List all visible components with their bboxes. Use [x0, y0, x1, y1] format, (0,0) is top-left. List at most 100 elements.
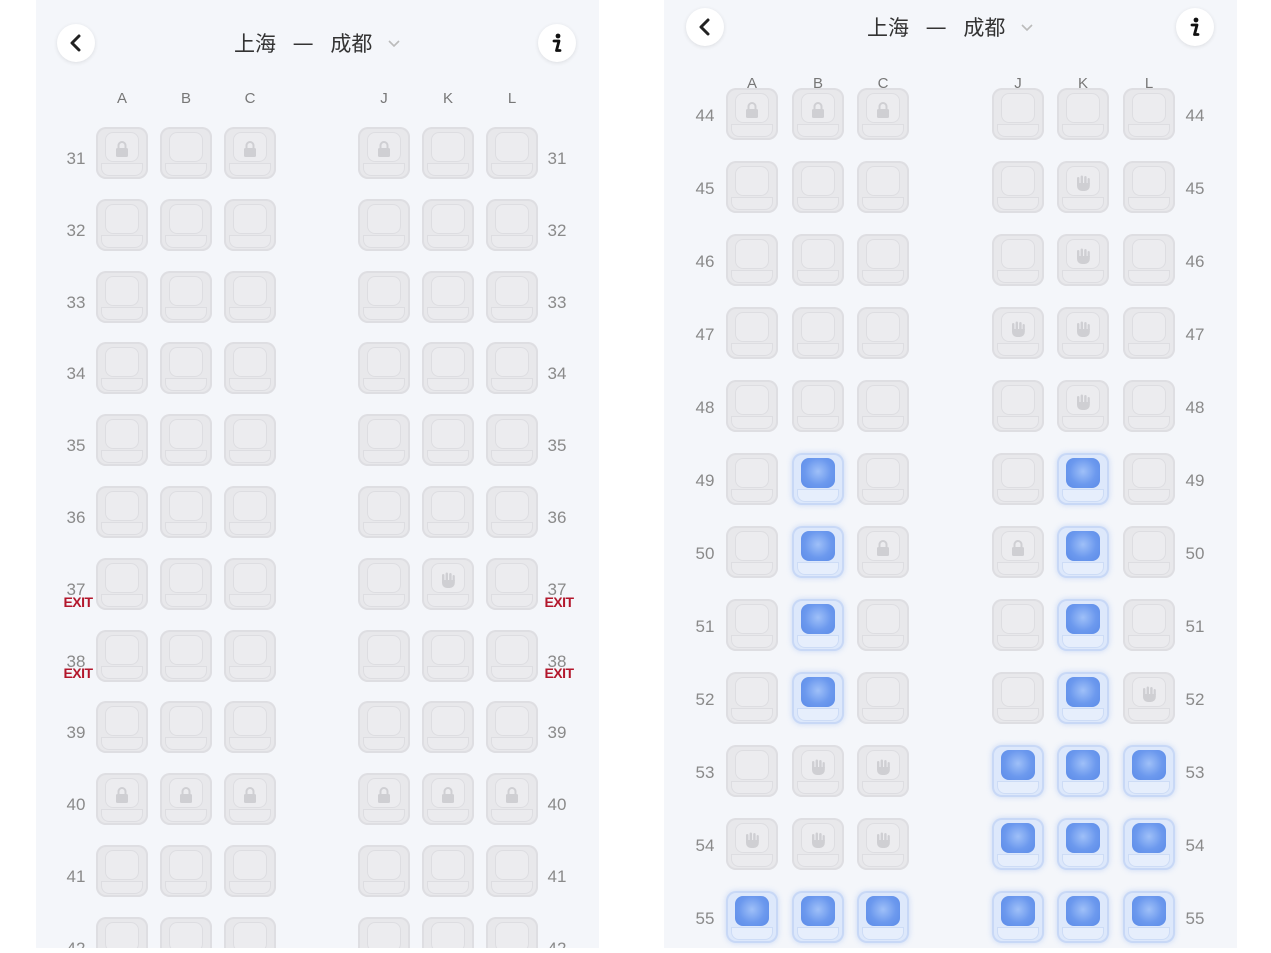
seat-34b	[160, 342, 212, 395]
seat-41j	[358, 845, 410, 897]
row-number: 50	[1185, 544, 1205, 563]
seat-49b[interactable]	[792, 453, 844, 505]
seat-33b	[160, 270, 212, 323]
info-button[interactable]	[1176, 8, 1214, 46]
row-number: 52	[695, 690, 715, 709]
row-number: 45	[1185, 179, 1205, 198]
seat-33c	[224, 270, 276, 323]
seat-42k	[422, 916, 474, 948]
info-icon	[552, 33, 562, 52]
seat-50l	[1123, 526, 1175, 578]
seat-42c	[224, 916, 276, 948]
seat-51c	[857, 599, 909, 651]
seat-55j[interactable]	[992, 891, 1044, 943]
seat-45l	[1123, 161, 1175, 213]
seat-map-panel-left: 上海 — 成都 A B C J K L 31 31 32 32 33 33 34 34 35 35 36 36 37…	[36, 0, 599, 948]
header: 上海 — 成都	[36, 14, 599, 74]
seat-40b	[160, 773, 212, 826]
seat-46j	[992, 234, 1044, 286]
seat-50a	[726, 526, 778, 578]
row-number: 48	[1185, 398, 1205, 417]
seat-53j[interactable]	[992, 745, 1044, 797]
seat-55k[interactable]	[1057, 891, 1109, 943]
hand-icon	[812, 759, 825, 775]
column-header-c: C	[244, 90, 256, 107]
seat-39c	[224, 701, 276, 754]
seat-44c	[857, 88, 909, 140]
exit-label-left: EXIT	[63, 665, 93, 682]
seat-53b	[792, 745, 844, 797]
row-number: 41	[547, 867, 567, 886]
seat-44l	[1123, 88, 1175, 140]
seat-54k[interactable]	[1057, 818, 1109, 870]
seat-33k	[422, 270, 474, 323]
seat-46b	[792, 234, 844, 286]
row-number: 41	[66, 867, 86, 886]
hand-icon	[1077, 175, 1090, 191]
lock-icon	[244, 141, 256, 157]
hand-icon	[877, 759, 890, 775]
seat-41a	[96, 845, 148, 897]
seat-55a[interactable]	[726, 891, 778, 943]
seat-38j	[358, 629, 410, 682]
seat-55b[interactable]	[792, 891, 844, 943]
seat-49c	[857, 453, 909, 505]
seat-31j	[358, 127, 410, 179]
seat-45j	[992, 161, 1044, 213]
seat-38k	[422, 629, 474, 682]
seat-31b	[160, 127, 212, 179]
row-number: 32	[66, 220, 86, 240]
seat-37c	[224, 557, 276, 610]
seat-31l	[486, 127, 538, 179]
hand-icon	[877, 832, 890, 848]
seat-50b[interactable]	[792, 526, 844, 578]
route-title[interactable]: 上海 — 成都	[664, 12, 1237, 42]
seat-49k[interactable]	[1057, 453, 1109, 505]
seat-46l	[1123, 234, 1175, 286]
seat-38l	[486, 629, 538, 682]
seat-38b	[160, 629, 212, 682]
seat-49l	[1123, 453, 1175, 505]
seat-54l[interactable]	[1123, 818, 1175, 870]
seat-55l[interactable]	[1123, 891, 1175, 943]
info-button[interactable]	[538, 24, 576, 62]
column-header-l: L	[507, 90, 517, 107]
seat-51a	[726, 599, 778, 651]
seat-47b	[792, 307, 844, 359]
row-number: 53	[695, 763, 715, 782]
seat-53k[interactable]	[1057, 745, 1109, 797]
seat-44b	[792, 88, 844, 140]
seat-51b[interactable]	[792, 599, 844, 651]
seat-40c	[224, 773, 276, 826]
row-number: 33	[66, 292, 86, 312]
seat-51k[interactable]	[1057, 599, 1109, 651]
route-title[interactable]: 上海 — 成都	[36, 28, 599, 58]
seat-45a	[726, 161, 778, 213]
seat-36k	[422, 486, 474, 538]
seat-52l	[1123, 672, 1175, 724]
seat-54j[interactable]	[992, 818, 1044, 870]
seat-41l	[486, 845, 538, 897]
seat-46c	[857, 234, 909, 286]
seat-33l	[486, 270, 538, 323]
seat-37b	[160, 557, 212, 610]
row-number: 48	[695, 398, 715, 417]
seat-40j	[358, 773, 410, 826]
seat-52k[interactable]	[1057, 672, 1109, 724]
hand-icon	[746, 832, 759, 848]
row-number: 50	[695, 544, 715, 563]
seat-55c[interactable]	[857, 891, 909, 943]
seat-34c	[224, 342, 276, 395]
column-header-k: K	[442, 90, 453, 107]
seat-33a	[96, 270, 148, 323]
seat-52b[interactable]	[792, 672, 844, 724]
seat-53l[interactable]	[1123, 745, 1175, 797]
seat-42a	[96, 916, 148, 948]
seat-51l	[1123, 599, 1175, 651]
seat-37l	[486, 557, 538, 610]
seat-44a	[726, 88, 778, 140]
seat-50k[interactable]	[1057, 526, 1109, 578]
column-header-a: A	[116, 90, 127, 107]
seat-47k	[1057, 307, 1109, 359]
seat-47l	[1123, 307, 1175, 359]
